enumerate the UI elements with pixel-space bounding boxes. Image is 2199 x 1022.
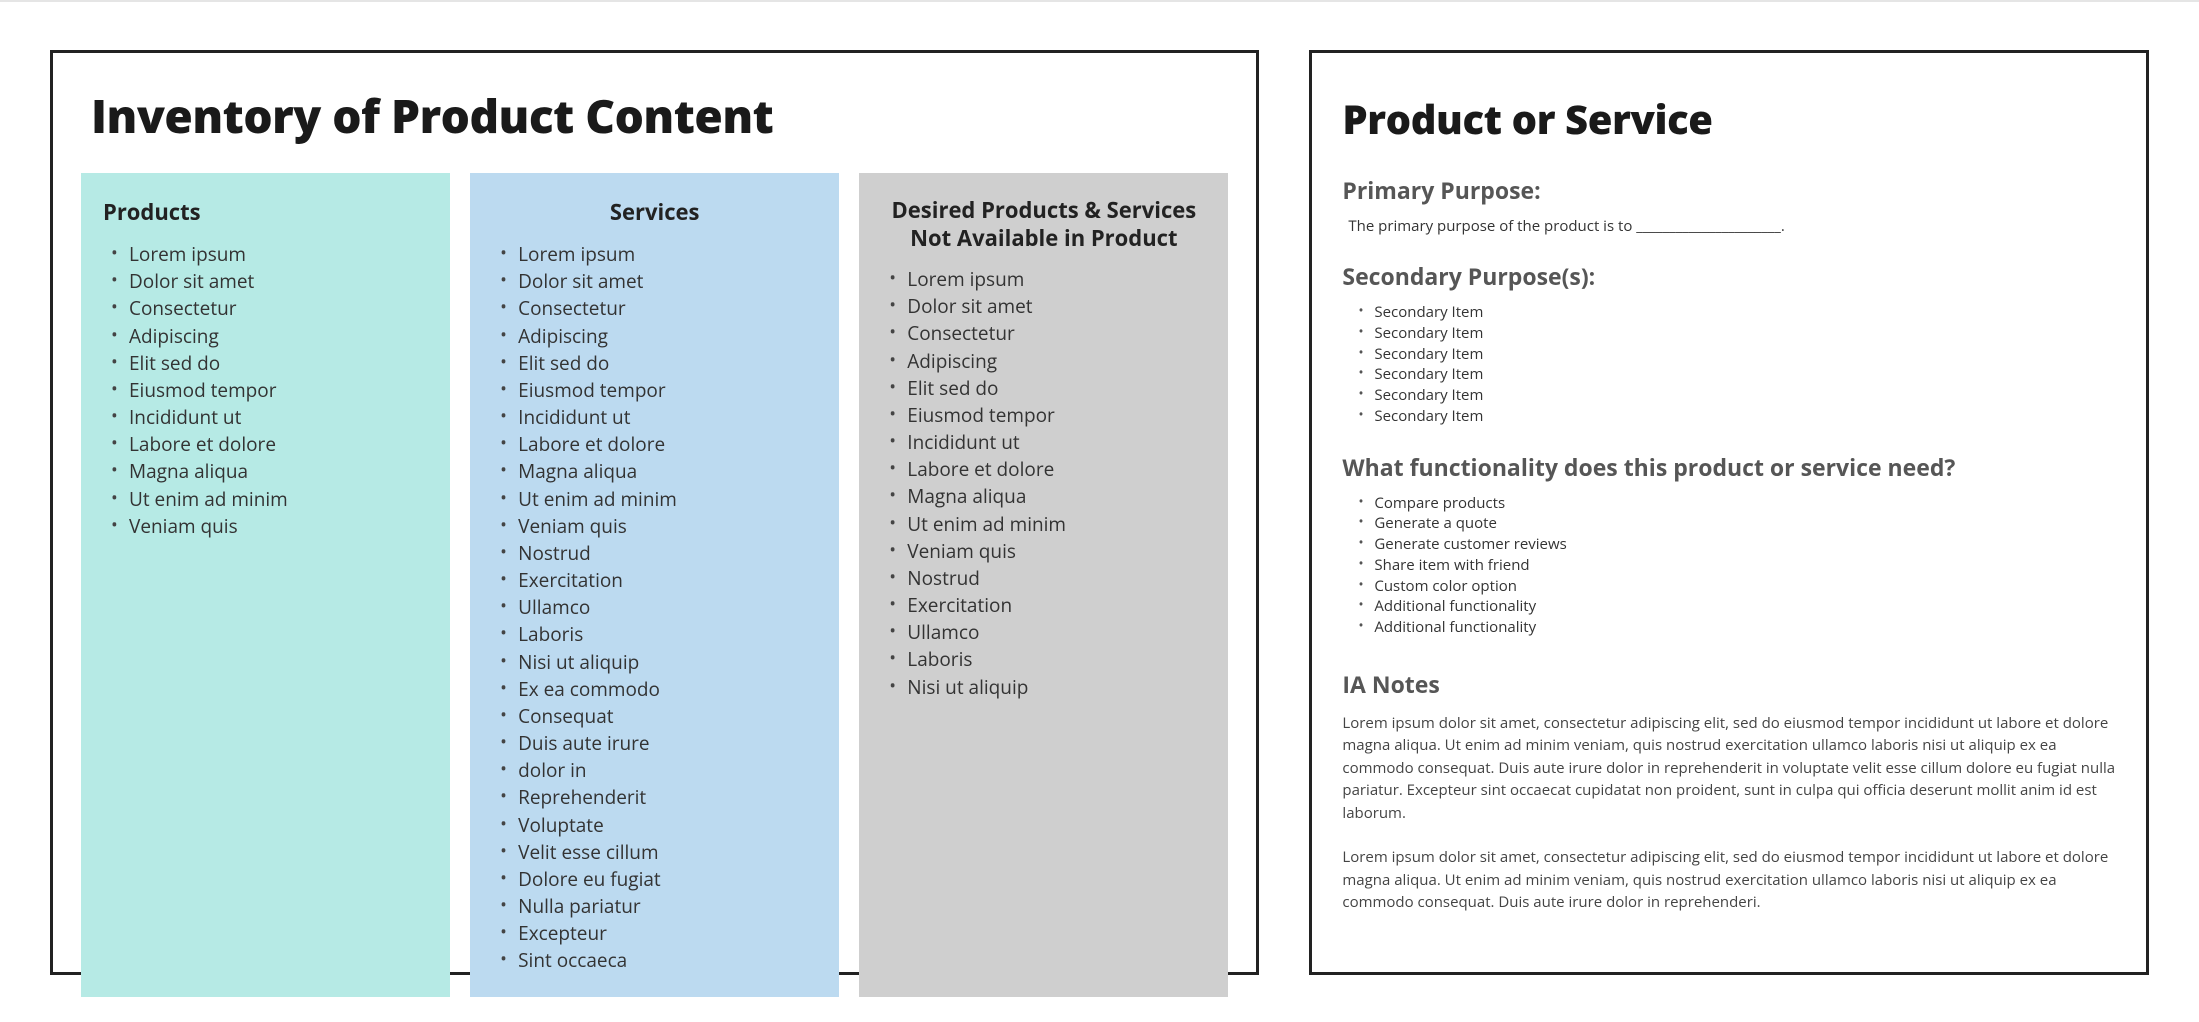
list-item: Additional functionality [1374,617,2116,638]
primary-purpose-text: The primary purpose of the product is to… [1348,216,2116,236]
list-item: Elit sed do [518,350,819,377]
list-item: Incididunt ut [129,404,430,431]
list-item: Nostrud [907,565,1208,592]
list-item: Generate customer reviews [1374,534,2116,555]
list-item: Consectetur [129,295,430,322]
column-products: Products Lorem ipsumDolor sit ametConsec… [81,173,450,997]
list-item: dolor in [518,757,819,784]
ia-notes-paragraph-2: Lorem ipsum dolor sit amet, consectetur … [1342,846,2116,914]
services-list: Lorem ipsumDolor sit ametConsecteturAdip… [490,241,819,975]
list-item: Magna aliqua [129,458,430,485]
document-canvas: Inventory of Product Content Products Lo… [0,0,2199,1022]
desired-list: Lorem ipsumDolor sit ametConsecteturAdip… [879,266,1208,701]
list-item: Ex ea commodo [518,676,819,703]
list-item: Dolor sit amet [129,268,430,295]
list-item: Consectetur [907,320,1208,347]
list-item: Elit sed do [907,375,1208,402]
list-item: Consectetur [518,295,819,322]
list-item: Lorem ipsum [129,241,430,268]
secondary-purpose-heading: Secondary Purpose(s): [1342,260,2116,292]
list-item: Secondary Item [1374,385,2116,406]
list-item: Nisi ut aliquip [518,649,819,676]
inventory-columns: Products Lorem ipsumDolor sit ametConsec… [81,173,1228,997]
column-products-title: Products [103,197,430,227]
functionality-list: Compare productsGenerate a quoteGenerate… [1342,493,2116,638]
list-item: Ut enim ad minim [907,511,1208,538]
list-item: Nulla pariatur [518,893,819,920]
functionality-heading: What functionality does this product or … [1342,451,2116,483]
list-item: Duis aute irure [518,730,819,757]
product-service-title: Product or Service [1342,91,2116,146]
list-item: Magna aliqua [907,483,1208,510]
list-item: Ut enim ad minim [518,486,819,513]
list-item: Ullamco [907,619,1208,646]
column-services: Services Lorem ipsumDolor sit ametConsec… [470,173,839,997]
list-item: Incididunt ut [518,404,819,431]
list-item: Exercitation [518,567,819,594]
list-item: Additional functionality [1374,596,2116,617]
list-item: Exercitation [907,592,1208,619]
page-inventory: Inventory of Product Content Products Lo… [50,50,1259,975]
list-item: Adipiscing [518,323,819,350]
list-item: Eiusmod tempor [129,377,430,404]
products-list: Lorem ipsumDolor sit ametConsecteturAdip… [101,241,430,540]
list-item: Sint occaeca [518,947,819,974]
column-desired: Desired Products & Services Not Availabl… [859,173,1228,997]
list-item: Secondary Item [1374,344,2116,365]
list-item: Labore et dolore [518,431,819,458]
list-item: Consequat [518,703,819,730]
list-item: Veniam quis [518,513,819,540]
ia-notes-heading: IA Notes [1342,668,2116,700]
list-item: Eiusmod tempor [907,402,1208,429]
list-item: Dolore eu fugiat [518,866,819,893]
inventory-title: Inventory of Product Content [91,85,1228,147]
list-item: Secondary Item [1374,406,2116,427]
list-item: Generate a quote [1374,513,2116,534]
page-product-service: Product or Service Primary Purpose: The … [1309,50,2149,975]
list-item: Voluptate [518,812,819,839]
list-item: Nisi ut aliquip [907,674,1208,701]
list-item: Ut enim ad minim [129,486,430,513]
secondary-purpose-list: Secondary ItemSecondary ItemSecondary It… [1342,302,2116,427]
list-item: Velit esse cillum [518,839,819,866]
list-item: Secondary Item [1374,364,2116,385]
column-desired-title: Desired Products & Services Not Availabl… [879,197,1208,252]
list-item: Incididunt ut [907,429,1208,456]
list-item: Dolor sit amet [518,268,819,295]
list-item: Secondary Item [1374,323,2116,344]
list-item: Elit sed do [129,350,430,377]
list-item: Lorem ipsum [907,266,1208,293]
list-item: Labore et dolore [129,431,430,458]
list-item: Secondary Item [1374,302,2116,323]
list-item: Ullamco [518,594,819,621]
list-item: Nostrud [518,540,819,567]
list-item: Eiusmod tempor [518,377,819,404]
list-item: Dolor sit amet [907,293,1208,320]
list-item: Laboris [907,646,1208,673]
list-item: Share item with friend [1374,555,2116,576]
list-item: Reprehenderit [518,784,819,811]
list-item: Custom color option [1374,576,2116,597]
list-item: Excepteur [518,920,819,947]
list-item: Compare products [1374,493,2116,514]
column-services-title: Services [490,197,819,227]
primary-purpose-heading: Primary Purpose: [1342,174,2116,206]
list-item: Laboris [518,621,819,648]
ia-notes-paragraph-1: Lorem ipsum dolor sit amet, consectetur … [1342,712,2116,825]
list-item: Veniam quis [129,513,430,540]
list-item: Veniam quis [907,538,1208,565]
list-item: Adipiscing [129,323,430,350]
list-item: Magna aliqua [518,458,819,485]
list-item: Adipiscing [907,348,1208,375]
list-item: Lorem ipsum [518,241,819,268]
list-item: Labore et dolore [907,456,1208,483]
